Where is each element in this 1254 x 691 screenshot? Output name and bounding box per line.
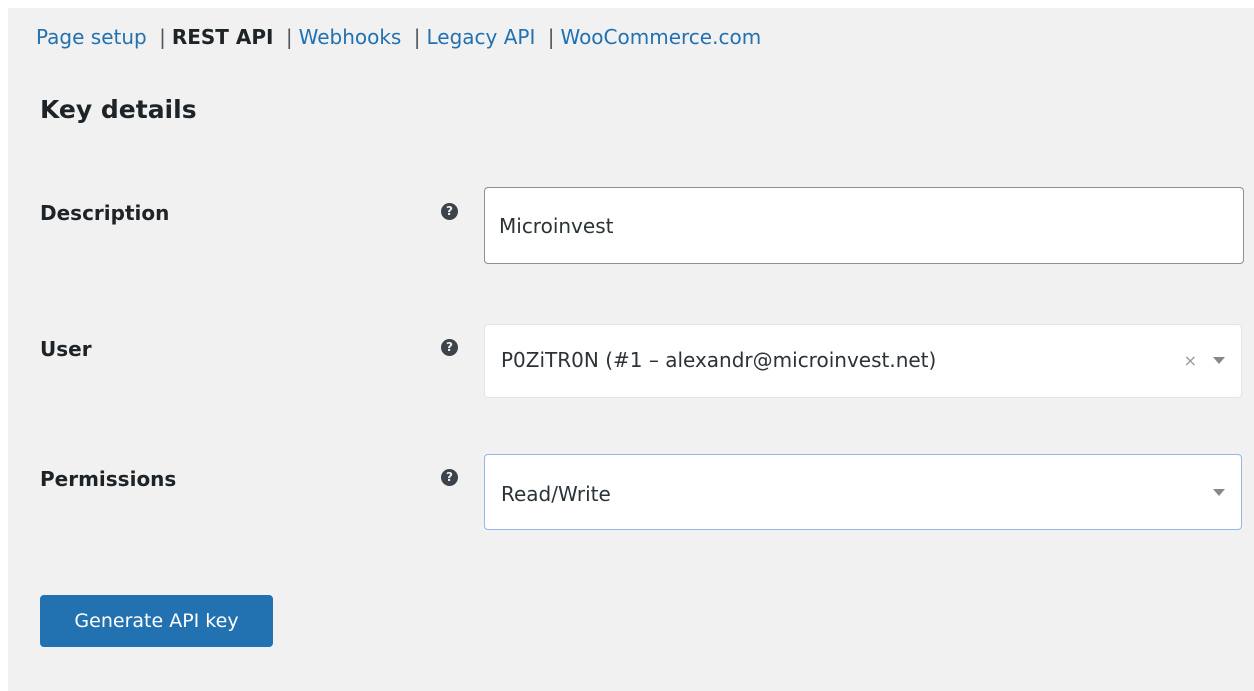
nav-separator: |: [413, 25, 421, 49]
nav-link-woocommerce-com[interactable]: WooCommerce.com: [560, 25, 761, 49]
section-title: Key details: [40, 95, 197, 124]
nav-link-page-setup[interactable]: Page setup: [36, 25, 147, 49]
nav-link-webhooks[interactable]: Webhooks: [299, 25, 402, 49]
nav-separator: |: [547, 25, 555, 49]
permissions-label: Permissions: [40, 467, 177, 491]
user-label: User: [40, 337, 92, 361]
description-input[interactable]: [484, 187, 1244, 264]
nav-separator: |: [285, 25, 293, 49]
nav-link-legacy-api[interactable]: Legacy API: [426, 25, 535, 49]
nav-separator: |: [159, 25, 166, 49]
nav-link-rest-api[interactable]: REST API: [172, 25, 274, 49]
description-label: Description: [40, 201, 170, 225]
user-select-value: P0ZiTR0N (#1 – alexandr@microinvest.net): [501, 348, 937, 372]
chevron-down-icon[interactable]: [1213, 357, 1225, 364]
generate-api-key-button[interactable]: Generate API key: [40, 595, 273, 647]
description-help-icon[interactable]: ?: [441, 203, 458, 220]
clear-selection-icon[interactable]: ×: [1184, 351, 1197, 371]
permissions-select-value: Read/Write: [501, 482, 611, 506]
permissions-select[interactable]: Read/Write: [484, 454, 1242, 530]
user-help-icon[interactable]: ?: [441, 339, 458, 356]
user-select[interactable]: P0ZiTR0N (#1 – alexandr@microinvest.net)…: [484, 324, 1242, 398]
chevron-down-icon[interactable]: [1213, 489, 1225, 496]
permissions-help-icon[interactable]: ?: [441, 469, 458, 486]
subsubsub-nav: Page setup | REST API | Webhooks | Legacy A…: [36, 24, 761, 50]
